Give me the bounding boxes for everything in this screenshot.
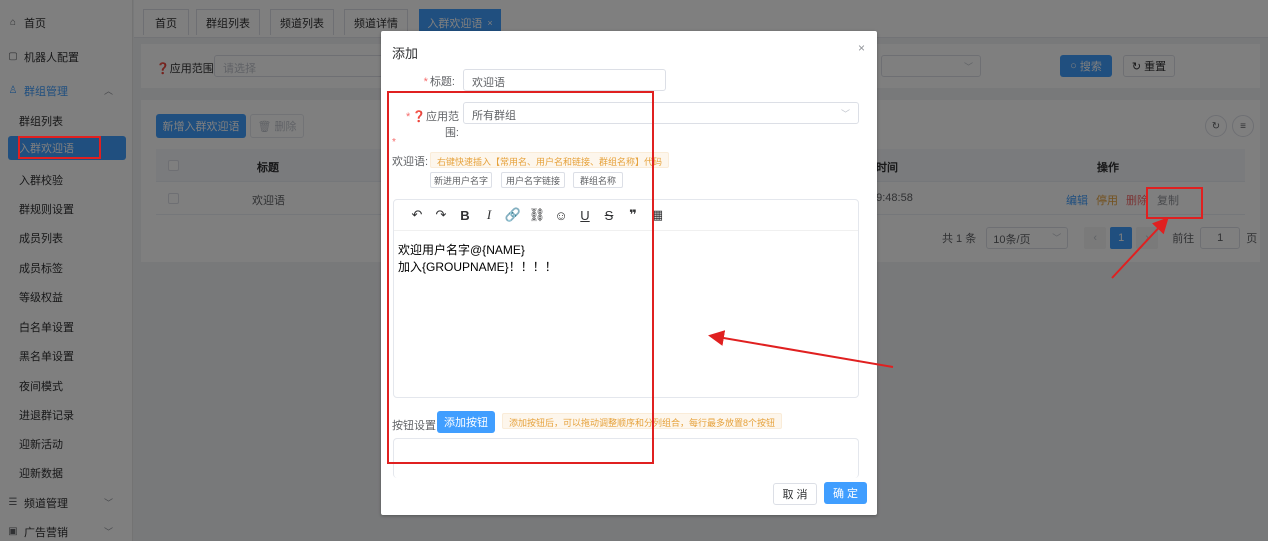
annotation-arrow-form: [708, 330, 894, 368]
annotation-arrow-copy: [1111, 217, 1169, 279]
annotation-arrows: [708, 217, 1169, 368]
